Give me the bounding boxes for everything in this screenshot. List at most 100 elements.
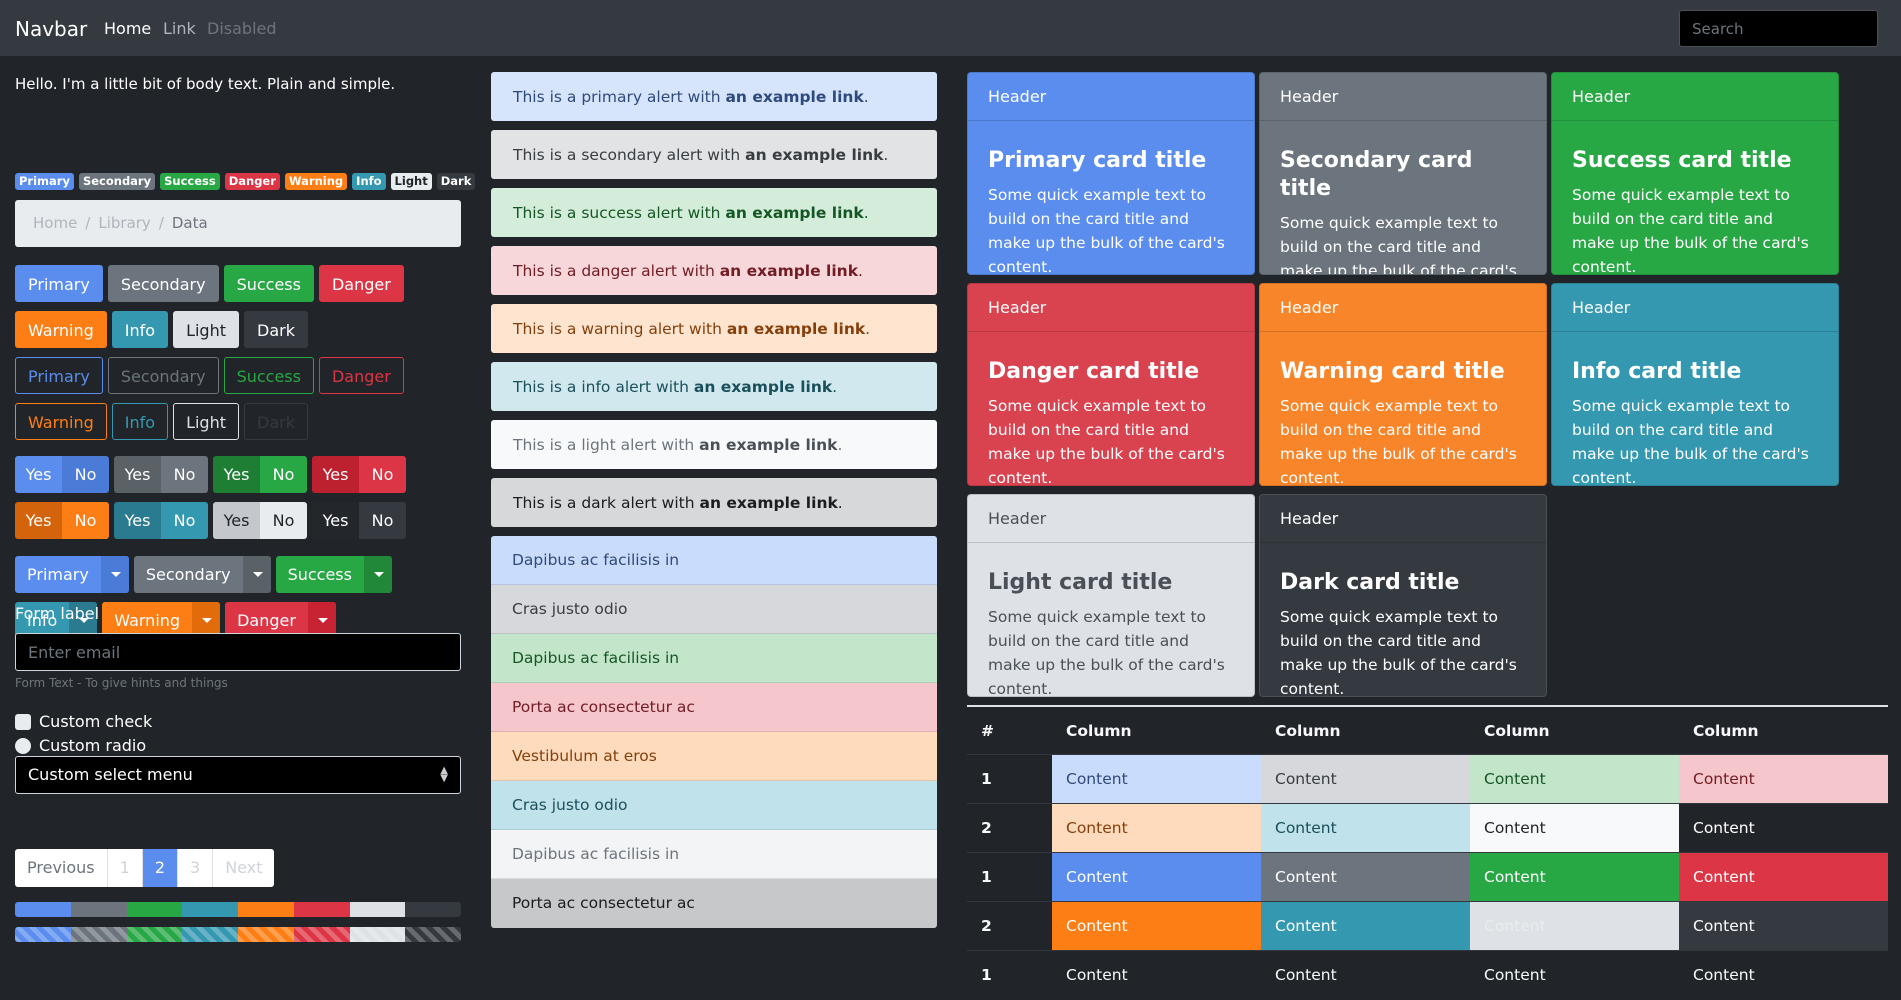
toggle-warning[interactable]: Yes No [15, 502, 109, 539]
alert-link[interactable]: an example link [720, 262, 858, 280]
list-item[interactable]: Porta ac consectetur ac [491, 879, 937, 928]
radio-button[interactable] [15, 737, 31, 754]
outline-success-button[interactable]: Success [223, 357, 314, 394]
toggle-yes[interactable]: Yes [213, 502, 260, 539]
card-text: Some quick example text to build on the … [988, 397, 1225, 486]
toggle-no[interactable]: No [260, 502, 307, 539]
custom-select[interactable]: Custom select menu ▲ ▼ [15, 756, 461, 794]
secondary-button[interactable]: Secondary [107, 265, 219, 302]
toggle-yes[interactable]: Yes [114, 456, 161, 493]
primary-button[interactable]: Primary [15, 265, 103, 302]
light-button[interactable]: Light [173, 311, 239, 348]
toggle-yes[interactable]: Yes [114, 502, 161, 539]
dark-button[interactable]: Dark [244, 311, 308, 348]
outline-light-button[interactable]: Light [173, 403, 239, 440]
toggle-yes[interactable]: Yes [312, 502, 359, 539]
toggle-secondary[interactable]: Yes No [114, 456, 208, 493]
toggle-info[interactable]: Yes No [114, 502, 208, 539]
card-title: Warning card title [1280, 359, 1505, 384]
table-header-cell: Column [1693, 722, 1759, 740]
breadcrumb-library[interactable]: Library [98, 214, 150, 233]
alert-link[interactable]: an example link [725, 204, 863, 222]
badge-success: Success [160, 173, 220, 190]
list-item[interactable]: Cras justo odio [491, 781, 937, 830]
alert-link[interactable]: an example link [725, 88, 863, 106]
chevron-down-icon[interactable] [100, 556, 129, 593]
card-secondary: Header Secondary card title Some quick exa… [1259, 72, 1547, 275]
alert-link[interactable]: an example link [745, 146, 883, 164]
search-input[interactable] [1679, 10, 1878, 47]
card-title: Secondary card title [1280, 148, 1473, 201]
toggle-no[interactable]: No [260, 456, 307, 493]
select-value: Custom select menu [28, 765, 193, 784]
toggle-dark[interactable]: Yes No [312, 502, 406, 539]
breadcrumb: Home / Library / Data [15, 200, 461, 247]
breadcrumb-home[interactable]: Home [33, 214, 77, 233]
list-item[interactable]: Dapibus ac facilisis in [491, 830, 937, 879]
custom-check[interactable]: Custom check [15, 712, 152, 731]
checkbox[interactable] [15, 713, 31, 730]
info-button[interactable]: Info [111, 311, 169, 348]
page-2[interactable]: 2 [142, 849, 178, 887]
toggle-yes[interactable]: Yes [213, 456, 260, 493]
chevron-down-icon[interactable] [363, 556, 392, 593]
list-item[interactable]: Vestibulum at eros [491, 732, 937, 781]
navbar-brand[interactable]: Navbar [15, 17, 87, 41]
page-next[interactable]: Next [213, 849, 274, 887]
toggle-yes[interactable]: Yes [15, 502, 62, 539]
alert-link[interactable]: an example link [727, 320, 865, 338]
toggle-no[interactable]: No [161, 456, 208, 493]
table-row: 1 Content Content Content Content [967, 853, 1888, 902]
table-cell: Content [1052, 755, 1261, 803]
dropdown-label[interactable]: Primary [15, 556, 101, 593]
alert-link[interactable]: an example link [699, 494, 837, 512]
danger-button[interactable]: Danger [318, 265, 404, 302]
toggle-light[interactable]: Yes No [213, 502, 307, 539]
outline-info-button[interactable]: Info [111, 403, 169, 440]
toggle-success[interactable]: Yes No [213, 456, 307, 493]
dropdown-primary[interactable]: Primary [15, 556, 129, 593]
breadcrumb-data: Data [171, 214, 208, 232]
list-item[interactable]: Dapibus ac facilisis in [491, 536, 937, 585]
card-title: Primary card title [988, 148, 1207, 173]
toggle-no[interactable]: No [161, 502, 208, 539]
page-previous[interactable]: Previous [15, 849, 108, 887]
card-title: Success card title [1572, 148, 1792, 173]
chevron-down-icon[interactable] [242, 556, 271, 593]
toggle-no[interactable]: No [359, 502, 406, 539]
toggle-primary[interactable]: Yes No [15, 456, 109, 493]
badge-secondary: Secondary [78, 173, 156, 190]
success-button[interactable]: Success [223, 265, 314, 302]
alert-warning: This is a warning alert with an example … [491, 304, 937, 353]
toggle-no[interactable]: No [62, 456, 109, 493]
page-3[interactable]: 3 [178, 849, 214, 887]
table-header-cell: # [981, 722, 994, 740]
outline-secondary-button[interactable]: Secondary [107, 357, 219, 394]
toggle-yes[interactable]: Yes [312, 456, 359, 493]
alert-link[interactable]: an example link [694, 378, 832, 396]
toggle-no[interactable]: No [359, 456, 406, 493]
custom-radio[interactable]: Custom radio [15, 736, 146, 755]
dropdown-label[interactable]: Success [276, 556, 364, 593]
outline-primary-button[interactable]: Primary [15, 357, 103, 394]
alert-link[interactable]: an example link [699, 436, 837, 454]
page-1[interactable]: 1 [108, 849, 143, 887]
outline-warning-button[interactable]: Warning [15, 403, 107, 440]
outline-danger-button[interactable]: Danger [318, 357, 404, 394]
toggle-danger[interactable]: Yes No [312, 456, 406, 493]
alert-light: This is a light alert with an example li… [491, 420, 937, 469]
list-item[interactable]: Dapibus ac facilisis in [491, 634, 937, 683]
dropdown-success[interactable]: Success [275, 556, 392, 593]
dropdown-label[interactable]: Secondary [134, 556, 243, 593]
warning-button[interactable]: Warning [15, 311, 107, 348]
nav-link-home[interactable]: Home [104, 19, 151, 38]
card-text: Some quick example text to build on the … [1280, 214, 1517, 275]
dropdown-secondary[interactable]: Secondary [133, 556, 271, 593]
toggle-no[interactable]: No [62, 502, 109, 539]
list-item[interactable]: Porta ac consectetur ac [491, 683, 937, 732]
email-field[interactable] [15, 633, 461, 671]
toggle-yes[interactable]: Yes [15, 456, 62, 493]
list-item[interactable]: Cras justo odio [491, 585, 937, 634]
nav-link-link[interactable]: Link [163, 19, 196, 38]
outline-dark-button[interactable]: Dark [244, 403, 308, 440]
